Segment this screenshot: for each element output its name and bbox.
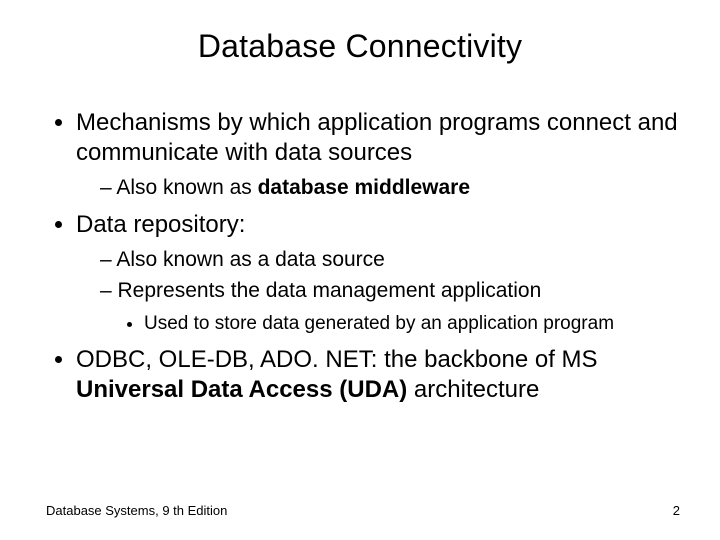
slide: Database Connectivity Mechanisms by whic… [0, 0, 720, 540]
bullet-1-sub-1-text-a: Also known as [116, 176, 257, 199]
bullet-2-sub-2-text: Represents the data management applicati… [118, 279, 542, 302]
bullet-2-sub-2-sub-1: Used to store data generated by an appli… [144, 311, 688, 337]
page-number: 2 [673, 503, 680, 518]
bullet-2-text: Data repository: [76, 211, 245, 238]
bullet-3-text-b: Universal Data Access (UDA) [76, 376, 407, 403]
bullet-list: Mechanisms by which application programs… [48, 108, 688, 405]
bullet-3: ODBC, OLE-DB, ADO. NET: the backbone of … [76, 345, 688, 405]
bullet-2-sub-1: Also known as a data source [100, 246, 688, 274]
bullet-1: Mechanisms by which application programs… [76, 108, 688, 202]
footer-source: Database Systems, 9 th Edition [46, 503, 227, 518]
bullet-1-sub-1-text-b: database middleware [258, 176, 470, 199]
bullet-3-text-a: ODBC, OLE-DB, ADO. NET: the backbone of … [76, 346, 598, 373]
bullet-2: Data repository: Also known as a data so… [76, 210, 688, 336]
bullet-3-text-c: architecture [407, 376, 539, 403]
bullet-2-sub-1-text: Also known as a data source [116, 248, 385, 271]
bullet-2-sub-2: Represents the data management applicati… [100, 277, 688, 337]
slide-title: Database Connectivity [0, 28, 720, 65]
bullet-2-sublist: Also known as a data source Represents t… [76, 246, 688, 336]
bullet-2-sub-2-sublist: Used to store data generated by an appli… [100, 311, 688, 337]
bullet-2-sub-2-sub-1-text: Used to store data generated by an appli… [144, 313, 614, 334]
bullet-1-text: Mechanisms by which application programs… [76, 109, 678, 166]
slide-content: Mechanisms by which application programs… [48, 108, 688, 409]
bullet-1-sub-1: Also known as database middleware [100, 174, 688, 202]
bullet-1-sublist: Also known as database middleware [76, 174, 688, 202]
